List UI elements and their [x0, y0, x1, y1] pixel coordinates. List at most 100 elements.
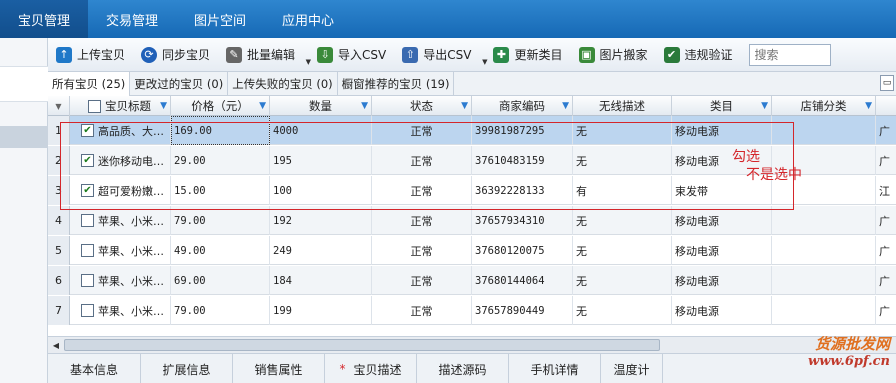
- tab-sales-attributes[interactable]: 销售属性: [233, 354, 325, 383]
- cell-shop-category[interactable]: [772, 206, 876, 235]
- export-csv-icon: ⇧: [402, 46, 419, 63]
- cell-title[interactable]: 苹果、小米…: [70, 296, 171, 325]
- filter-icon[interactable]: ▼: [160, 101, 167, 111]
- row-checkbox[interactable]: [81, 214, 94, 227]
- cell-code[interactable]: 37680144064: [472, 266, 573, 295]
- cell-price[interactable]: 79.00: [171, 206, 270, 235]
- watermark: 货源批发网 www.6pf.cn: [808, 333, 890, 369]
- tab-all-items[interactable]: 所有宝贝 (25): [48, 72, 131, 96]
- violation-check-button[interactable]: ✔ 违规验证: [656, 42, 741, 68]
- table-row[interactable]: 5 苹果、小米… 49.00 249 正常 37680120075 无移动电源 广: [48, 236, 896, 265]
- cell-category[interactable]: 移动电源: [672, 236, 772, 265]
- cell-category[interactable]: 移动电源: [672, 266, 772, 295]
- update-category-button[interactable]: ✚ 更新类目: [485, 42, 570, 68]
- cell-status[interactable]: 正常: [372, 236, 472, 265]
- item-filter-tabs: 所有宝贝 (25) 更改过的宝贝 (0) 上传失败的宝贝 (0) 橱窗推荐的宝贝…: [48, 72, 896, 96]
- image-move-button[interactable]: ▣ 图片搬家: [571, 42, 656, 68]
- cell-price[interactable]: 49.00: [171, 236, 270, 265]
- annotation-line2: 不是选中: [746, 167, 802, 183]
- sync-item-button[interactable]: ⟳ 同步宝贝: [133, 42, 218, 68]
- tab-changed-items[interactable]: 更改过的宝贝 (0): [130, 72, 229, 96]
- tab-mobile-details[interactable]: 手机详情: [509, 354, 601, 383]
- export-csv-button[interactable]: ⇧ 导出CSV ▼: [394, 42, 487, 68]
- filter-icon[interactable]: ▼: [562, 101, 569, 111]
- left-pane-selected-item[interactable]: [0, 126, 48, 148]
- filter-icon[interactable]: ▼: [865, 101, 872, 111]
- cell-code[interactable]: 37657934310: [472, 206, 573, 235]
- filter-icon[interactable]: ▼: [461, 101, 468, 111]
- nav-item-trade-management[interactable]: 交易管理: [88, 0, 176, 38]
- cell-shop-overflow[interactable]: 广: [876, 146, 896, 175]
- tab-thermometer[interactable]: 温度计: [601, 354, 663, 383]
- cell-qty[interactable]: 192: [270, 206, 372, 235]
- upload-item-button[interactable]: ↑ 上传宝贝: [48, 42, 133, 68]
- header-category[interactable]: 类目 ▼: [672, 96, 772, 116]
- tab-description-source[interactable]: 描述源码: [417, 354, 509, 383]
- cell-status[interactable]: 正常: [372, 296, 472, 325]
- search-input[interactable]: [748, 43, 831, 66]
- cell-shop-overflow[interactable]: 广: [876, 206, 896, 235]
- cell-category[interactable]: 移动电源: [672, 206, 772, 235]
- cell-shop-overflow[interactable]: 江: [876, 176, 896, 205]
- cell-title[interactable]: 苹果、小米…: [70, 236, 171, 265]
- header-shop-category[interactable]: 店铺分类 ▼: [772, 96, 876, 116]
- header-merchant-code[interactable]: 商家编码 ▼: [472, 96, 573, 116]
- nav-item-image-space[interactable]: 图片空间: [176, 0, 264, 38]
- header-title[interactable]: 宝贝标题 ▼: [70, 96, 171, 116]
- cell-status[interactable]: 正常: [372, 206, 472, 235]
- cell-qty[interactable]: 199: [270, 296, 372, 325]
- cell-price[interactable]: 69.00: [171, 266, 270, 295]
- tab-item-description[interactable]: * 宝贝描述: [325, 354, 417, 383]
- filter-icon[interactable]: ▼: [761, 101, 768, 111]
- tab-upload-failed[interactable]: 上传失败的宝贝 (0): [228, 72, 338, 96]
- row-checkbox[interactable]: [81, 304, 94, 317]
- nav-item-item-management[interactable]: 宝贝管理: [0, 0, 89, 38]
- cell-wireless[interactable]: 无: [573, 296, 672, 325]
- header-wireless-desc[interactable]: 无线描述: [573, 96, 672, 116]
- cell-title[interactable]: 苹果、小米…: [70, 266, 171, 295]
- panel-toggle-icon[interactable]: ▭: [880, 75, 894, 91]
- row-checkbox[interactable]: [81, 244, 94, 257]
- header-status[interactable]: 状态 ▼: [372, 96, 472, 116]
- import-csv-button[interactable]: ⇩ 导入CSV: [309, 42, 394, 68]
- cell-shop-category[interactable]: [772, 266, 876, 295]
- cell-price[interactable]: 79.00: [171, 296, 270, 325]
- cell-wireless[interactable]: 无: [573, 206, 672, 235]
- cell-shop-category[interactable]: [772, 236, 876, 265]
- cell-shop-overflow[interactable]: 广: [876, 266, 896, 295]
- cell-shop-category[interactable]: [772, 296, 876, 325]
- cell-qty[interactable]: 249: [270, 236, 372, 265]
- cell-wireless[interactable]: 无: [573, 236, 672, 265]
- cell-shop-overflow[interactable]: 广: [876, 296, 896, 325]
- cell-wireless[interactable]: 无: [573, 266, 672, 295]
- cell-category[interactable]: 移动电源: [672, 296, 772, 325]
- cell-title[interactable]: 苹果、小米…: [70, 206, 171, 235]
- header-price[interactable]: 价格（元） ▼: [171, 96, 270, 116]
- horizontal-scrollbar[interactable]: ◀: [48, 336, 896, 353]
- scroll-left-icon[interactable]: ◀: [50, 339, 62, 351]
- table-row[interactable]: 6 苹果、小米… 69.00 184 正常 37680144064 无移动电源 广: [48, 266, 896, 295]
- tab-window-recommended[interactable]: 橱窗推荐的宝贝 (19): [338, 72, 455, 96]
- update-category-label: 更新类目: [514, 48, 563, 62]
- cell-status[interactable]: 正常: [372, 266, 472, 295]
- table-row[interactable]: 4 苹果、小米… 79.00 192 正常 37657934310 无移动电源 广: [48, 206, 896, 235]
- row-checkbox[interactable]: [81, 274, 94, 287]
- nav-item-app-center[interactable]: 应用中心: [264, 0, 352, 38]
- cell-shop-overflow[interactable]: 广: [876, 116, 896, 145]
- left-pane-item[interactable]: [0, 66, 48, 102]
- header-title-label: 宝贝标题: [105, 99, 151, 113]
- cell-code[interactable]: 37657890449: [472, 296, 573, 325]
- header-quantity[interactable]: 数量 ▼: [270, 96, 372, 116]
- cell-shop-overflow[interactable]: 广: [876, 236, 896, 265]
- filter-icon[interactable]: ▼: [259, 101, 266, 111]
- scrollbar-thumb[interactable]: [64, 339, 660, 351]
- tab-basic-info[interactable]: 基本信息: [48, 354, 141, 383]
- cell-qty[interactable]: 184: [270, 266, 372, 295]
- batch-edit-button[interactable]: ✎ 批量编辑 ▼: [218, 42, 311, 68]
- tab-extended-info[interactable]: 扩展信息: [141, 354, 233, 383]
- table-row[interactable]: 7 苹果、小米… 79.00 199 正常 37657890449 无移动电源 广: [48, 296, 896, 325]
- select-all-checkbox[interactable]: [88, 99, 101, 113]
- sort-arrow-icon: ▼: [55, 101, 62, 111]
- filter-icon[interactable]: ▼: [361, 101, 368, 111]
- cell-code[interactable]: 37680120075: [472, 236, 573, 265]
